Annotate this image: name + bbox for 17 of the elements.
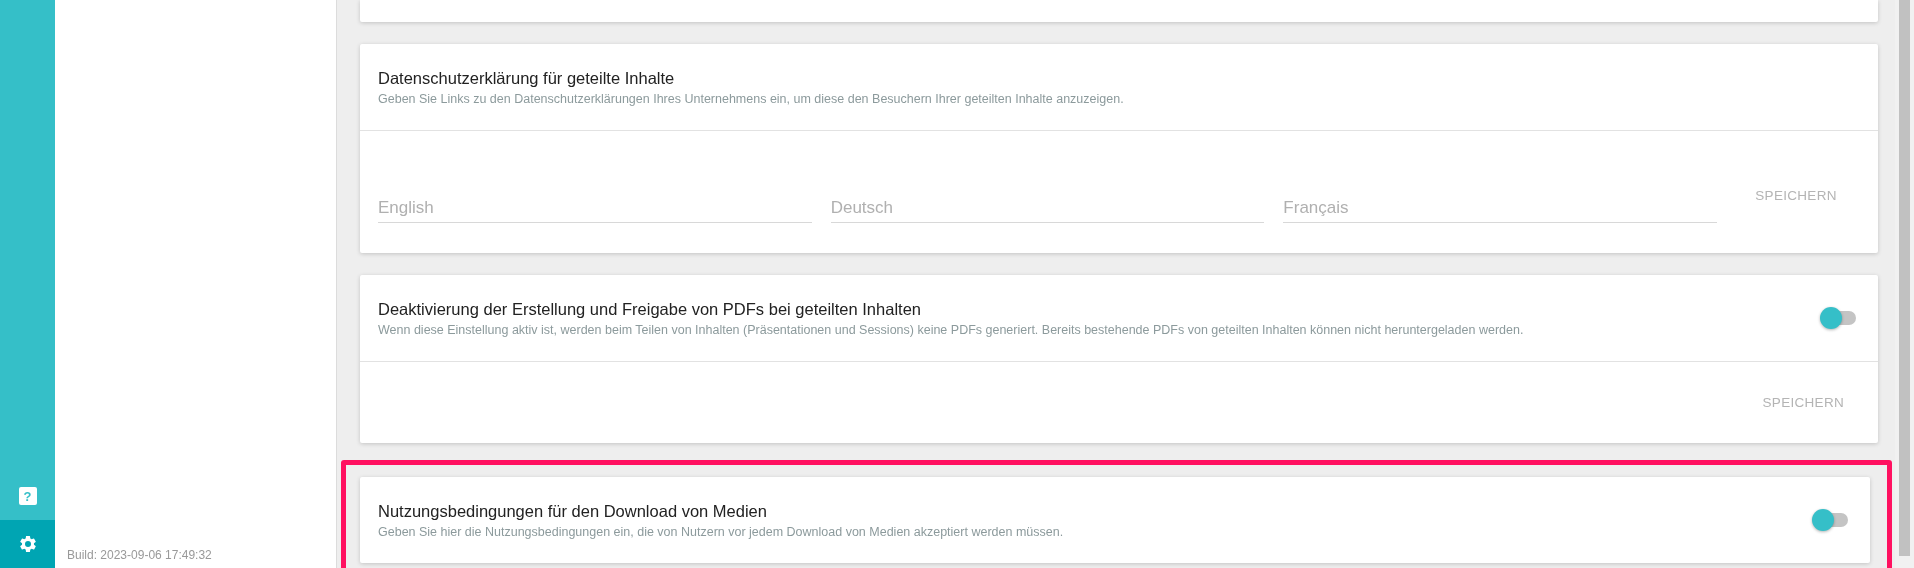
input-field[interactable]: Deutsch	[830, 198, 1265, 223]
save-button[interactable]: SPEICHERN	[1743, 177, 1849, 213]
settings-button[interactable]	[0, 520, 55, 568]
card-title: Nutzungsbedingungen für den Download von Medien	[378, 501, 768, 521]
input-field[interactable]: Français	[1283, 198, 1717, 223]
save-button[interactable]: SPEICHERN	[1750, 385, 1856, 420]
card-description: Geben Sie hier die Nutzungsbedingungen ein, die von Nutzern vor jedem Download von Medien akzeptiert werden müssen.	[378, 524, 1064, 539]
help-icon: ?	[18, 487, 37, 505]
input-field[interactable]: English	[378, 198, 812, 223]
help-button[interactable]: ?	[0, 472, 55, 520]
card-description: Wenn diese Einstellung aktiv ist, werden beim Teilen von Inhalten (Präsentationen und Sessions) keine PDFs generiert. Bereits bestehende PDFs von geteilten Inhalten können nicht heruntergeladen werden.	[378, 322, 1524, 337]
settings-icon	[17, 534, 38, 554]
card-title: Deaktivierung der Erstellung und Freigabe von PDFs bei geteilten Inhalten	[378, 299, 922, 319]
card-title: Datenschutzerklärung für geteilte Inhalte	[378, 68, 676, 88]
card-description: Geben Sie Links zu den Datenschutzerklärungen Ihres Unternehmens ein, um diese den Besuchern Ihrer geteilten Inhalte anzuzeigen.	[378, 91, 1124, 106]
scrollbar-thumb[interactable]	[1899, 0, 1910, 556]
build-info: Build: 2023-09-06 17:49:32	[67, 548, 213, 562]
